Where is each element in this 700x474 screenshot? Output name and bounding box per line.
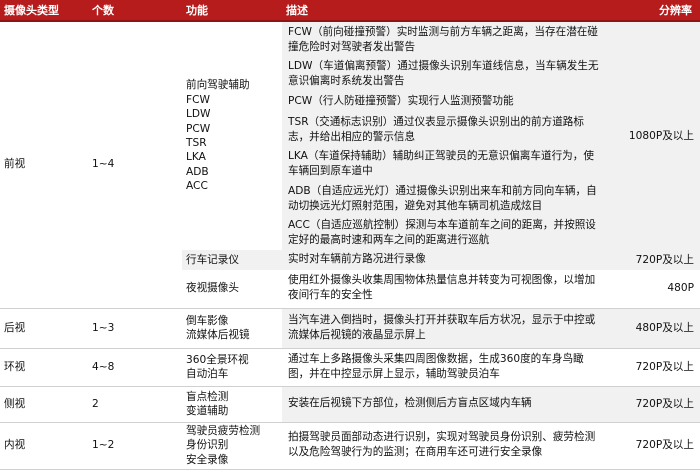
rear-count-cell: 1~3 [88,307,182,348]
camera-spec-table: 摄像头类型 个数 功能 描述 分辨率 前视 1~4 前向驾驶辅助 FCW LDW… [0,0,700,470]
description-cell: TSR（交通标志识别）通过仪表显示摄像头识别出的前方道路标志，并给出相应的警示信… [282,113,608,148]
surround-function-cell: 360全景环视 自动泊车 [182,347,282,386]
description-cell: 通过车上多路摄像头采集四周图像数据，生成360度的车身鸟瞰图，并在中控显示屏上显… [282,347,608,386]
resolution-cell: 720P及以上 [608,250,700,270]
surround-type-cell: 环视 [0,347,88,386]
rear-function-cell: 倒车影像 流媒体后视镜 [182,307,282,348]
resolution-cell: 480P及以上 [608,307,700,348]
table-header-row: 摄像头类型 个数 功能 描述 分辨率 [0,0,700,22]
function-cell: 行车记录仪 [182,250,282,270]
description-cell: 安装在后视镜下方部位，检测侧后方盲点区域内车辆 [282,385,608,422]
resolution-cell: 1080P及以上 [608,21,700,250]
function-item: FCW [186,93,210,106]
resolution-cell: 480P [667,282,694,295]
function-item: 驾驶员疲劳检测 [186,424,261,437]
header-function: 功能 [182,0,282,22]
front-type-cell: 前视 [4,158,26,171]
function-item: 变道辅助 [186,405,229,417]
rear-type-cell: 后视 [0,307,88,348]
side-function-cell: 盲点检测 变道辅助 [182,385,282,422]
function-item: TSR [186,137,207,149]
side-type-cell: 侧视 [0,385,88,422]
header-count: 个数 [88,0,182,22]
description-cell: LKA（车道保持辅助）辅助纠正驾驶员的无意识偏离车道行为，使车辆回到原车道中 [282,148,608,181]
function-item: PCW [186,122,211,135]
header-camera-type: 摄像头类型 [0,0,88,22]
function-cell: 夜视摄像头 [186,282,239,295]
description-cell: 拍摄驾驶员面部动态进行识别，实现对驾驶员身份识别、疲劳检测以及危险驾驶行为的监测… [282,421,608,470]
interior-type-cell: 内视 [0,421,88,470]
description-cell: ADB（自适应远光灯）通过摄像头识别出来车和前方同向车辆，自动切换远光灯照射范围… [282,181,608,217]
table-row: 环视 4~8 360全景环视 自动泊车 通过车上多路摄像头采集四周图像数据，生成… [0,347,700,386]
function-item: LKA [186,151,206,164]
table-row: 内视 1~2 驾驶员疲劳检测 身份识别 安全录像 拍摄驾驶员面部动态进行识别，实… [0,421,700,470]
header-resolution: 分辨率 [608,0,700,22]
function-item: 自动泊车 [186,368,229,380]
resolution-cell: 720P及以上 [608,421,700,470]
function-item: 360全景环视 [186,353,249,366]
description-cell: 使用红外摄像头收集周围物体热量信息并转变为可视图像，以增加夜间行车的安全性 [288,274,596,302]
front-adas-function-cell: 前向驾驶辅助 FCW LDW PCW TSR LKA ADB ACC [182,21,282,250]
surround-count-cell: 4~8 [88,347,182,386]
function-item: 倒车影像 [186,314,229,327]
front-count-cell: 1~4 [92,158,115,171]
interior-count-cell: 1~2 [88,421,182,470]
function-item: 身份识别 [186,439,229,452]
function-item: 前向驾驶辅助 [186,79,250,92]
table-row: 侧视 2 盲点检测 变道辅助 安装在后视镜下方部位，检测侧后方盲点区域内车辆 7… [0,385,700,422]
description-cell: ACC（自适应巡航控制）探测与本车道前车之间的距离，并按照设定好的最高时速和两车… [282,217,608,250]
table-row: 前视 1~4 前向驾驶辅助 FCW LDW PCW TSR LKA ADB AC… [0,21,700,250]
side-count-cell: 2 [88,385,182,422]
description-cell: 实时对车辆前方路况进行录像 [282,250,608,270]
function-item: 流媒体后视镜 [186,329,250,341]
description-cell: FCW（前向碰撞预警）实时监测与前方车辆之距离，当存在潜在碰撞危险时对驾驶者发出… [282,21,608,58]
description-cell: PCW（行人防碰撞预警）实现行人监测预警功能 [282,91,608,113]
table-row: 后视 1~3 倒车影像 流媒体后视镜 当汽车进入倒挡时，摄像头打开并获取车后方状… [0,307,700,348]
function-item: ADB [186,165,209,178]
function-item: LDW [186,108,211,121]
description-cell: LDW（车道偏离预警）通过摄像头识别车道线信息，当车辆发生无意识偏离时系统发出警… [282,58,608,91]
function-item: 盲点检测 [186,390,229,403]
description-cell: 当汽车进入倒挡时，摄像头打开并获取车后方状况，显示于中控或流媒体后视镜的液晶显示… [282,307,608,348]
resolution-cell: 720P及以上 [608,385,700,422]
function-item: 安全录像 [186,453,229,466]
interior-function-cell: 驾驶员疲劳检测 身份识别 安全录像 [182,421,282,470]
resolution-cell: 720P及以上 [608,347,700,386]
header-description: 描述 [282,0,608,22]
function-item: ACC [186,180,208,193]
